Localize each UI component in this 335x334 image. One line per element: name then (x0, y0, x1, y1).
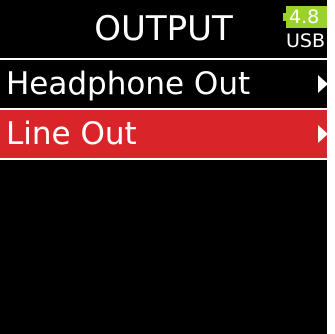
device-screen: OUTPUT 4.8 USB Headphone Out Line Out (0, 0, 335, 334)
power-source-label: USB (286, 30, 326, 52)
battery-icon: 4.8 (283, 6, 327, 28)
display: OUTPUT 4.8 USB Headphone Out Line Out (0, 0, 327, 334)
menu-item-line-out[interactable]: Line Out (0, 108, 327, 160)
chevron-right-icon (318, 125, 327, 143)
page-title: OUTPUT (94, 9, 233, 49)
chevron-right-icon (318, 75, 327, 93)
menu-item-headphone-out[interactable]: Headphone Out (0, 58, 327, 108)
output-menu: Headphone Out Line Out (0, 58, 327, 160)
menu-item-label: Headphone Out (6, 66, 251, 102)
menu-item-label: Line Out (6, 116, 137, 152)
header: OUTPUT 4.8 USB (0, 0, 327, 58)
battery-voltage: 4.8 (286, 6, 327, 28)
